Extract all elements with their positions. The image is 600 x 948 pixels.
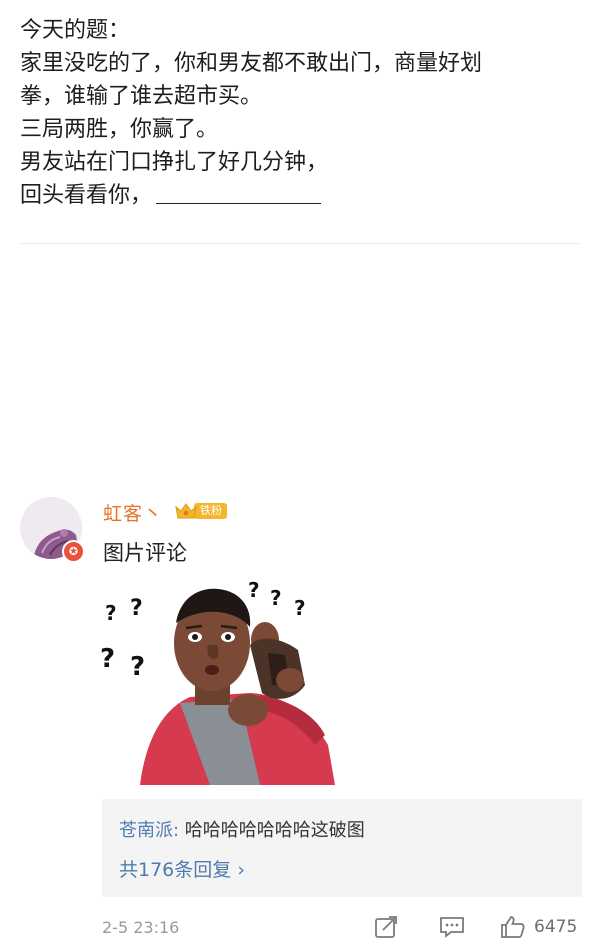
svg-text:?: ? (248, 578, 260, 602)
chevron-right-icon: › (237, 859, 245, 881)
fan-badge: 铁粉 (174, 500, 227, 522)
post-line: 男友站在门口挣扎了好几分钟， (20, 150, 329, 175)
fan-badge-label: 铁粉 (194, 503, 227, 519)
view-replies-link[interactable]: 共176条回复 › (119, 855, 245, 882)
comment-button[interactable] (439, 915, 465, 939)
timestamp: 2-5 23:16 (102, 918, 180, 937)
reply-preview[interactable]: 苍南派: 哈哈哈哈哈哈哈这破图 共176条回复 › (102, 799, 582, 897)
post-line: 今天的题： (20, 18, 131, 43)
comment-image[interactable]: ? ? ? ? ? ? ? (100, 575, 390, 785)
comment-footer: 2-5 23:16 6475 (102, 915, 582, 941)
svg-text:?: ? (100, 644, 115, 674)
post-line-text: 回头看看你， (20, 183, 153, 208)
svg-text:?: ? (294, 596, 306, 620)
like-count: 6475 (534, 917, 578, 937)
svg-text:?: ? (130, 596, 143, 621)
like-button[interactable]: 6475 (500, 915, 577, 939)
reply-line: 苍南派: 哈哈哈哈哈哈哈这破图 (119, 816, 365, 842)
share-icon (375, 916, 397, 938)
post-line: 家里没吃的了，你和男友都不敢出门，商量好划 (20, 51, 483, 76)
reply-count-label: 共176条回复 (119, 859, 232, 881)
post-line: 拳，谁输了谁去超市买。 (20, 84, 263, 109)
comment-icon (440, 917, 464, 938)
reply-text: 哈哈哈哈哈哈哈这破图 (179, 820, 365, 841)
post-line: 三局两胜，你赢了。 (20, 117, 219, 142)
fill-in-blank (156, 181, 322, 204)
svg-text:?: ? (270, 586, 282, 610)
post-line-last: 回头看看你， (20, 179, 580, 212)
comment-username[interactable]: 虹客丶 (103, 499, 163, 526)
reply-username[interactable]: 苍南派 (119, 820, 173, 841)
crown-icon (174, 501, 198, 521)
verified-badge-icon: ✪ (62, 540, 85, 563)
man-empty-wallet-meme-icon: ? ? ? ? ? ? ? (100, 578, 335, 785)
post-body: 今天的题： 家里没吃的了，你和男友都不敢出门，商量好划 拳，谁输了谁去超市买。 … (20, 14, 580, 212)
divider (20, 243, 580, 244)
comment-text: 图片评论 (103, 541, 187, 565)
share-button[interactable] (374, 915, 400, 939)
thumbs-up-icon (501, 916, 525, 938)
svg-text:?: ? (105, 601, 117, 625)
svg-text:?: ? (130, 652, 145, 682)
